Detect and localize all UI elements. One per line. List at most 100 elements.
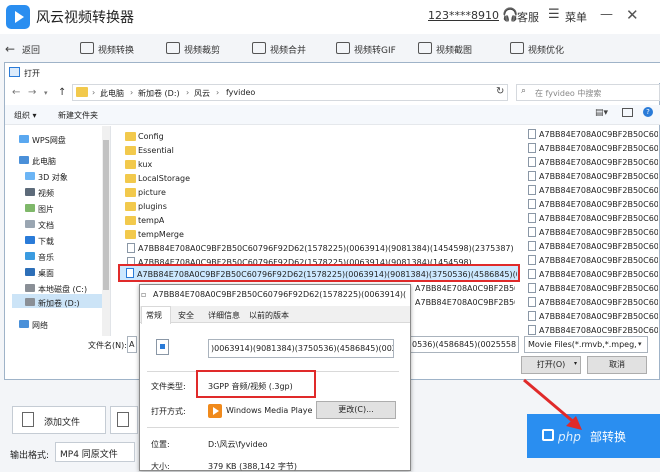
tab-general[interactable]: 常规 bbox=[146, 310, 162, 321]
file-item[interactable]: A7BB84E708A0C9BF2B50C60796 bbox=[539, 158, 658, 167]
file-item[interactable]: A7BB84E708A0C9BF2B50C60796 bbox=[539, 256, 658, 265]
folder-kux[interactable]: kux bbox=[138, 160, 152, 169]
nav-forward-icon[interactable]: → bbox=[28, 87, 36, 98]
view-options-icon[interactable]: ▤▾ bbox=[595, 108, 608, 118]
folder-config[interactable]: Config bbox=[138, 132, 164, 141]
help-icon[interactable]: ? bbox=[643, 107, 653, 117]
file-icon bbox=[528, 171, 536, 181]
file-type-text: 3GPP 音频/视频 (.3gp) bbox=[208, 382, 293, 391]
selected-file-name[interactable]: A7BB84E708A0C9BF2B50C60796F92D62(1578225… bbox=[137, 270, 517, 279]
nav-item-3d[interactable]: 3D 对象 bbox=[38, 172, 68, 183]
folder-localstorage[interactable]: LocalStorage bbox=[138, 174, 190, 183]
tool-video-gif[interactable]: 视频转GIF bbox=[354, 43, 396, 56]
filename-input[interactable]: A bbox=[127, 336, 137, 353]
nav-item-videos[interactable]: 视频 bbox=[38, 188, 54, 199]
folder-essential[interactable]: Essential bbox=[138, 146, 174, 155]
menu-button[interactable]: 菜单 bbox=[565, 9, 587, 25]
nav-item-downloads[interactable]: 下载 bbox=[38, 236, 54, 247]
file-item[interactable]: A7BB84E708A0C9BF2B50C60796 bbox=[539, 270, 658, 279]
nav-item-documents[interactable]: 文档 bbox=[38, 220, 54, 231]
folder-tempa[interactable]: tempA bbox=[138, 216, 164, 225]
file-item[interactable]: A7BB84E708A0C9BF2B50C60796 bbox=[539, 326, 658, 335]
properties-filename-value: )0063914)(9081384)(3750536)(4586845)(002… bbox=[211, 344, 393, 353]
tool-video-optimize[interactable]: 视频优化 bbox=[528, 43, 564, 56]
preview-pane-icon[interactable] bbox=[622, 108, 633, 117]
back-arrow-icon[interactable]: ← bbox=[5, 42, 15, 56]
nav-back-icon[interactable]: ← bbox=[12, 87, 20, 98]
chevron-down-icon[interactable]: ▾ bbox=[574, 360, 577, 367]
tool-video-screenshot[interactable]: 视频截图 bbox=[436, 43, 472, 56]
tab-details[interactable]: 详细信息 bbox=[208, 310, 240, 321]
file-item[interactable]: A7BB84E708A0C9BF2B50C60796F92D62(1578225… bbox=[138, 244, 518, 253]
minimize-button[interactable]: — bbox=[600, 7, 613, 22]
optimize-icon[interactable] bbox=[510, 42, 524, 54]
refresh-icon[interactable]: ↻ bbox=[496, 86, 504, 97]
folder-picture[interactable]: picture bbox=[138, 188, 166, 197]
new-folder-button[interactable]: 新建文件夹 bbox=[58, 110, 98, 121]
nav-up-icon[interactable]: ↑ bbox=[58, 87, 66, 98]
screenshot-icon[interactable] bbox=[418, 42, 432, 54]
file-item[interactable]: A7BB84E708A0C9BF2B50C60796F92D62(1578225… bbox=[415, 284, 515, 293]
file-item[interactable]: A7BB84E708A0C9BF2B50C60796F92D62(1578225… bbox=[415, 298, 515, 307]
open-button[interactable]: 打开(O) bbox=[521, 356, 581, 374]
tab-security[interactable]: 安全 bbox=[178, 310, 194, 321]
headset-icon[interactable]: 🎧 bbox=[502, 8, 518, 23]
file-item[interactable]: A7BB84E708A0C9BF2B50C60796 bbox=[539, 242, 658, 251]
file-item[interactable]: A7BB84E708A0C9BF2B50C60796 bbox=[539, 130, 658, 139]
breadcrumb-fengyun[interactable]: 风云 bbox=[194, 88, 210, 99]
nav-scrollbar-thumb[interactable] bbox=[103, 140, 109, 290]
file-item[interactable]: A7BB84E708A0C9BF2B50C60796 bbox=[539, 284, 658, 293]
hamburger-menu-icon[interactable]: ☰ bbox=[548, 7, 560, 22]
nav-item-this-pc[interactable]: 此电脑 bbox=[32, 156, 56, 167]
cancel-button[interactable]: 取消 bbox=[587, 356, 647, 374]
file-item[interactable]: A7BB84E708A0C9BF2B50C60796 bbox=[539, 172, 658, 181]
breadcrumb-this-pc[interactable]: 此电脑 bbox=[100, 88, 124, 99]
video-crop-icon[interactable] bbox=[166, 42, 180, 54]
tool-video-merge[interactable]: 视频合并 bbox=[270, 43, 306, 56]
nav-item-network[interactable]: 网络 bbox=[32, 320, 48, 331]
file-item[interactable]: A7BB84E708A0C9BF2B50C60796 bbox=[539, 228, 658, 237]
file-icon bbox=[528, 199, 536, 209]
close-button[interactable]: ✕ bbox=[626, 6, 639, 24]
breadcrumb-fyvideo[interactable]: fyvideo bbox=[226, 88, 255, 97]
gif-icon[interactable] bbox=[336, 42, 350, 54]
nav-item-music[interactable]: 音乐 bbox=[38, 252, 54, 263]
organize-button[interactable]: 组织 ▾ bbox=[14, 110, 37, 121]
file-item[interactable]: A7BB84E708A0C9BF2B50C60796 bbox=[539, 214, 658, 223]
customer-service-button[interactable]: 客服 bbox=[517, 9, 539, 25]
tool-video-crop[interactable]: 视频裁剪 bbox=[184, 43, 220, 56]
breadcrumb-chevron-icon: › bbox=[130, 88, 134, 97]
dialog-title-bar bbox=[5, 63, 660, 83]
folder-plugins[interactable]: plugins bbox=[138, 202, 167, 211]
account-link[interactable]: 123****8910 bbox=[428, 9, 499, 22]
back-button[interactable]: 返回 bbox=[22, 43, 40, 56]
network-icon bbox=[19, 320, 29, 328]
change-button[interactable]: 更改(C)... bbox=[316, 401, 396, 419]
tool-video-convert[interactable]: 视频转换 bbox=[98, 43, 134, 56]
file-item[interactable]: A7BB84E708A0C9BF2B50C60796 bbox=[539, 186, 658, 195]
nav-item-wps[interactable]: WPS网盘 bbox=[32, 135, 66, 146]
file-item[interactable]: A7BB84E708A0C9BF2B50C60796 bbox=[539, 312, 658, 321]
file-item[interactable]: A7BB84E708A0C9BF2B50C60796 bbox=[539, 298, 658, 307]
open-with-label: 打开方式: bbox=[151, 407, 186, 416]
video-convert-icon[interactable] bbox=[80, 42, 94, 54]
folder-icon bbox=[125, 202, 136, 211]
folder-icon bbox=[76, 87, 88, 97]
folder-tempmerge[interactable]: tempMerge bbox=[138, 230, 184, 239]
video-merge-icon[interactable] bbox=[252, 42, 266, 54]
picture-folder-icon bbox=[25, 204, 35, 212]
video-file-icon bbox=[126, 268, 134, 278]
nav-recent-icon[interactable]: ▾ bbox=[44, 89, 48, 97]
nav-item-pictures[interactable]: 图片 bbox=[38, 204, 54, 215]
nav-item-drive-d[interactable]: 新加卷 (D:) bbox=[38, 298, 80, 309]
video-folder-icon bbox=[25, 188, 35, 196]
folder-icon bbox=[125, 230, 136, 239]
breadcrumb-drive[interactable]: 新加卷 (D:) bbox=[138, 88, 180, 99]
tab-previous-versions[interactable]: 以前的版本 bbox=[249, 310, 289, 321]
file-item[interactable]: A7BB84E708A0C9BF2B50C60796 bbox=[539, 144, 658, 153]
file-item[interactable]: A7BB84E708A0C9BF2B50C60796 bbox=[539, 200, 658, 209]
nav-item-desktop[interactable]: 桌面 bbox=[38, 268, 54, 279]
search-placeholder: 在 fyvideo 中搜索 bbox=[535, 89, 602, 98]
file-icon bbox=[528, 143, 536, 153]
nav-item-drive-c[interactable]: 本地磁盘 (C:) bbox=[38, 284, 87, 295]
